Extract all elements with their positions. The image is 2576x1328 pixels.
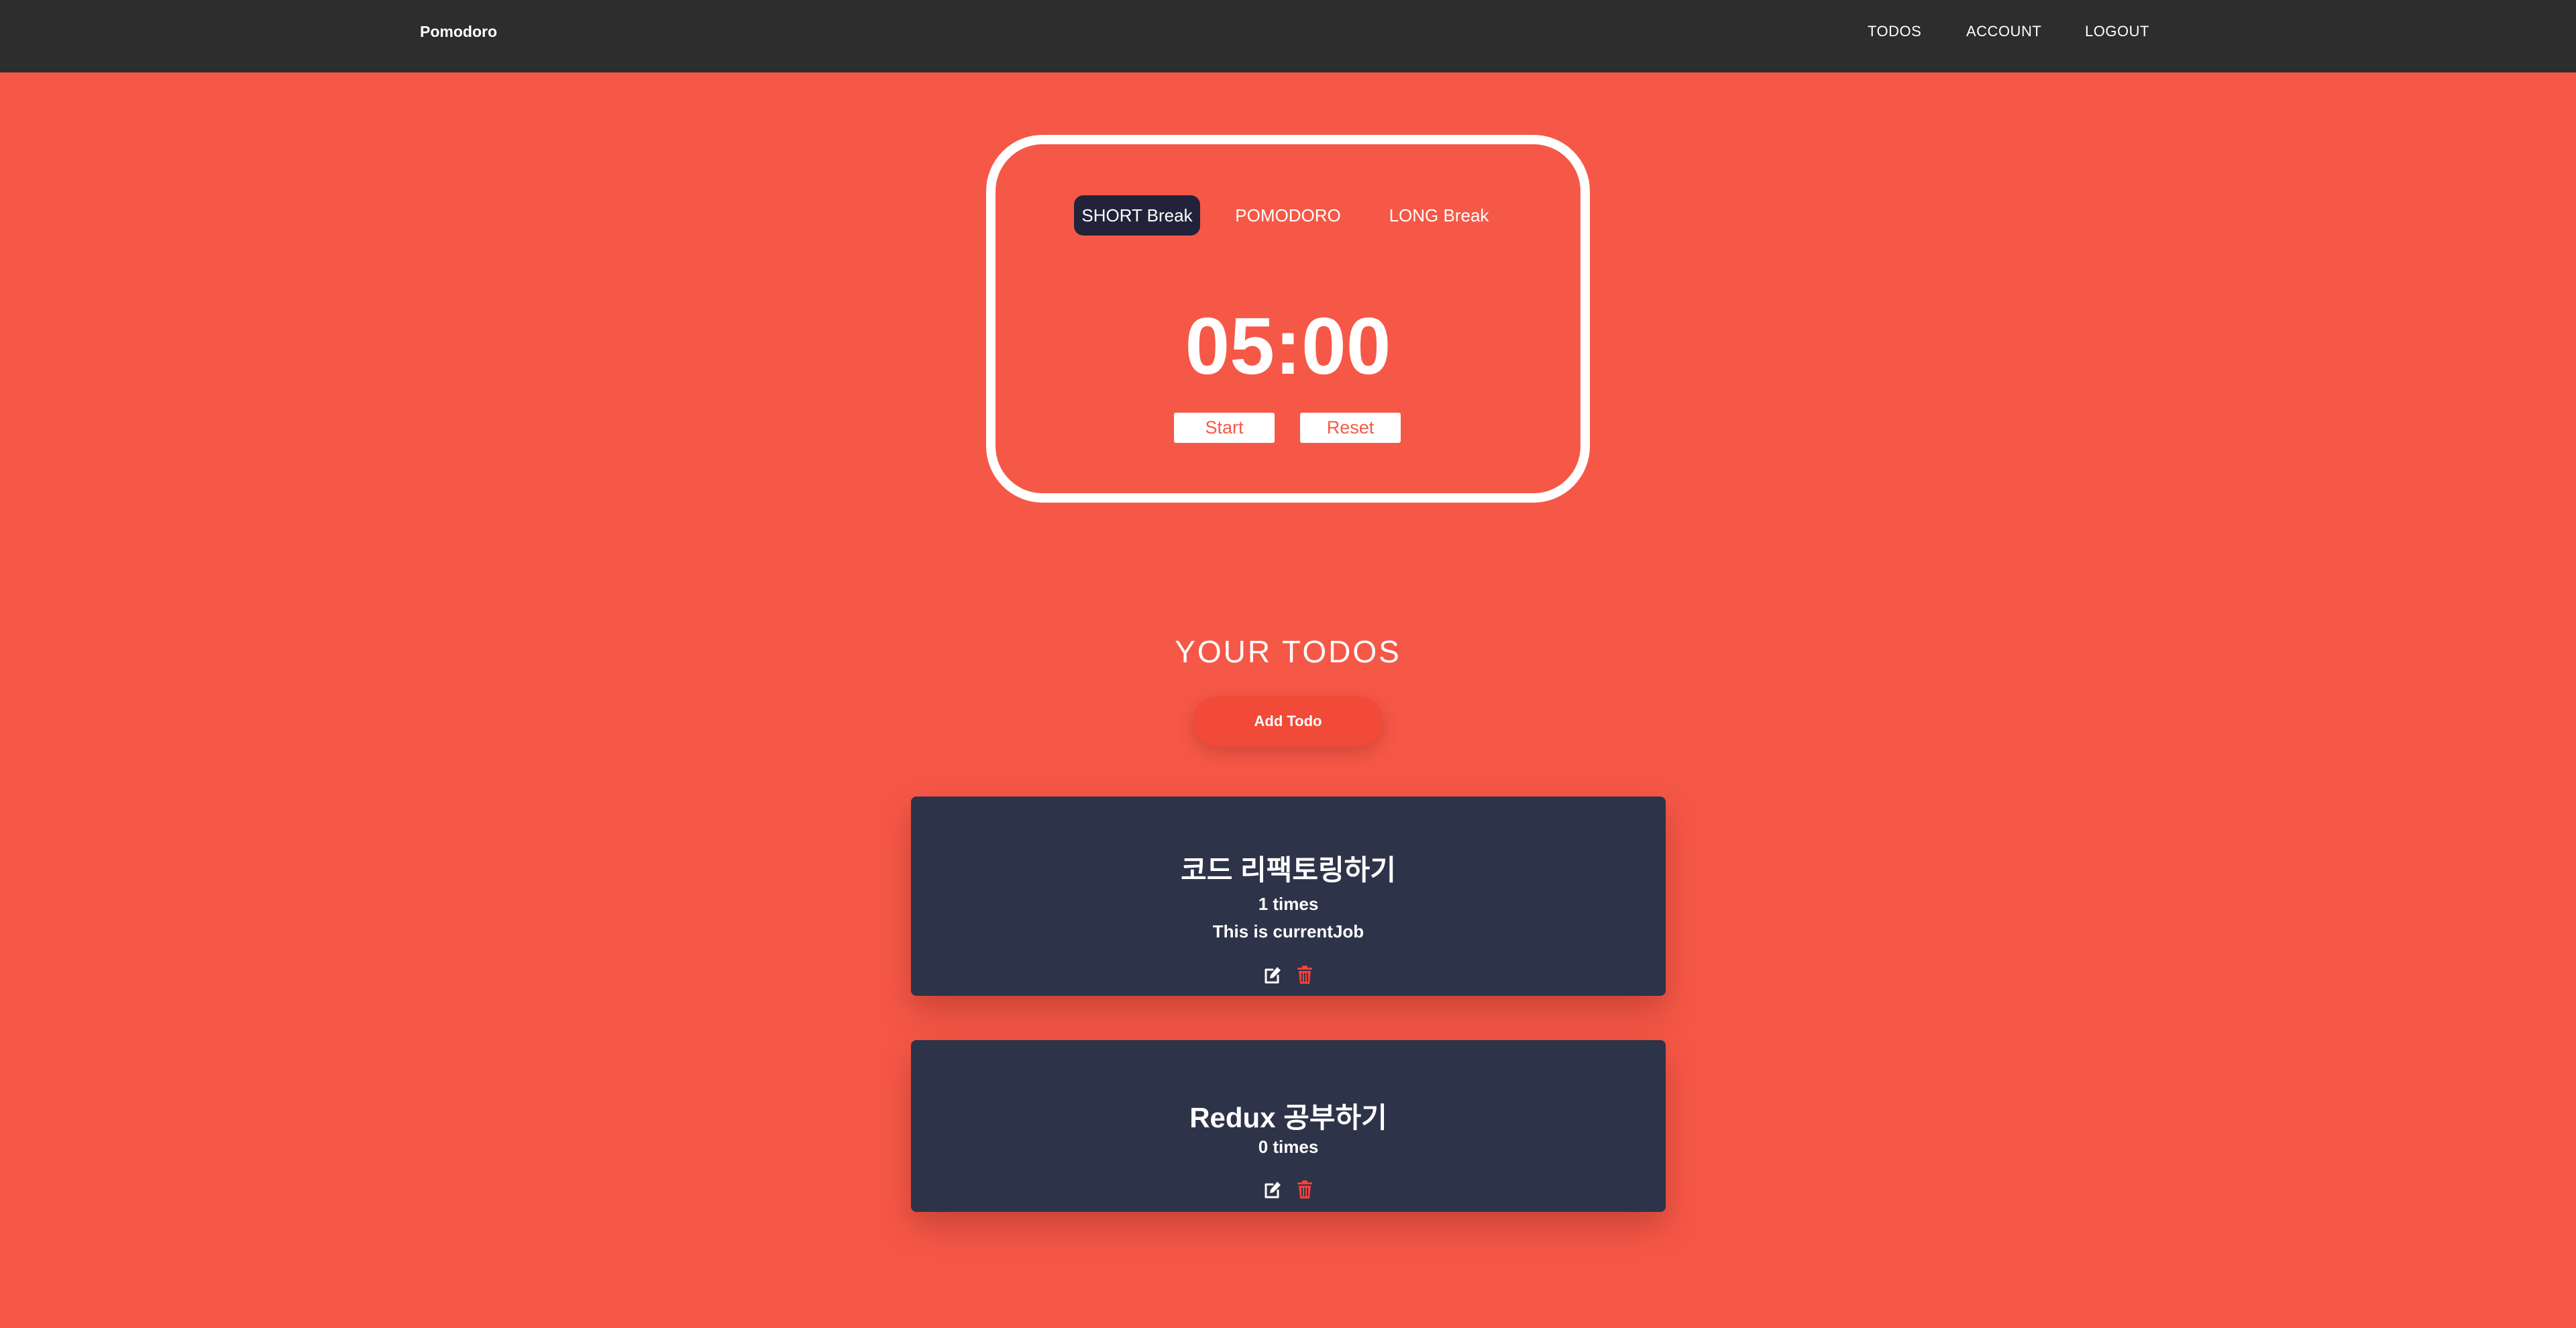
trash-icon[interactable] xyxy=(1295,965,1314,985)
timer-display: 05:00 xyxy=(1185,301,1391,391)
todos-heading: YOUR TODOS xyxy=(1175,634,1401,669)
todo-title: 코드 리팩토링하기 xyxy=(1181,854,1396,886)
todo-card: Redux 공부하기 0 times xyxy=(911,1040,1666,1212)
nav-account-link[interactable]: ACCOUNT xyxy=(1966,23,2041,40)
short-break-tab[interactable]: SHORT Break xyxy=(1074,195,1200,236)
long-break-tab[interactable]: LONG Break xyxy=(1377,195,1501,236)
pomodoro-tab[interactable]: POMODORO xyxy=(1221,195,1355,236)
add-todo-button[interactable]: Add Todo xyxy=(1193,696,1383,746)
todo-actions xyxy=(911,1180,1666,1200)
reset-button[interactable]: Reset xyxy=(1300,413,1401,443)
top-navbar: Pomodoro TODOS ACCOUNT LOGOUT xyxy=(0,0,2576,72)
todo-count: 0 times xyxy=(1258,1137,1319,1157)
todo-title: Redux 공부하기 xyxy=(1189,1102,1387,1133)
todo-actions xyxy=(911,965,1666,985)
edit-icon[interactable] xyxy=(1263,1180,1282,1200)
todo-count: 1 times xyxy=(1258,894,1319,914)
start-button[interactable]: Start xyxy=(1174,413,1275,443)
todo-card: 코드 리팩토링하기 1 times This is currentJob xyxy=(911,797,1666,996)
nav-logout-link[interactable]: LOGOUT xyxy=(2085,23,2149,40)
brand-logo[interactable]: Pomodoro xyxy=(420,23,497,41)
nav-todos-link[interactable]: TODOS xyxy=(1868,23,1921,40)
todo-current-job-label: This is currentJob xyxy=(1212,921,1364,941)
edit-icon[interactable] xyxy=(1263,965,1282,985)
trash-icon[interactable] xyxy=(1295,1180,1314,1200)
